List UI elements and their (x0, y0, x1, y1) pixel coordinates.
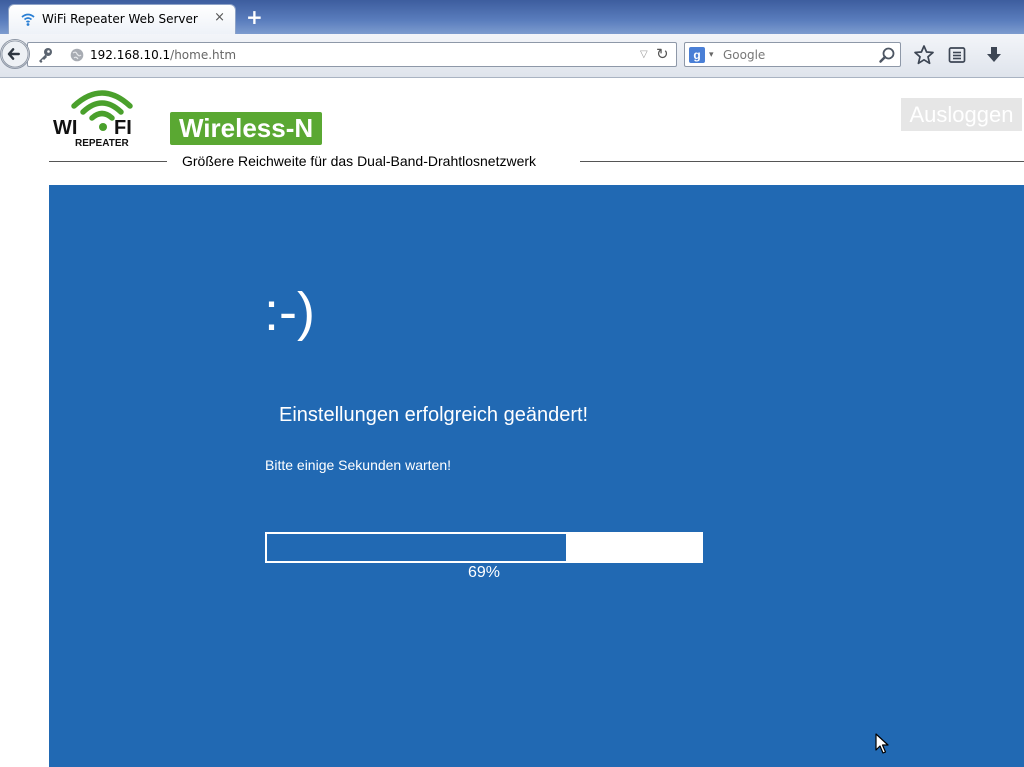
tab-bar: WiFi Repeater Web Server × + (0, 0, 1024, 34)
reload-icon[interactable]: ↻ (656, 45, 669, 63)
search-input[interactable]: Google (723, 48, 765, 62)
wait-message: Bitte einige Sekunden warten! (265, 457, 452, 473)
history-dropdown-icon[interactable]: ▽ (640, 49, 648, 60)
tab-close-icon[interactable]: × (214, 10, 225, 25)
bookmark-star-icon[interactable] (913, 44, 935, 66)
tagline: Größere Reichweite für das Dual-Band-Dra… (180, 153, 539, 169)
tab-active[interactable]: WiFi Repeater Web Server × (8, 4, 236, 34)
downloads-icon[interactable] (983, 44, 1005, 66)
wifi-repeater-logo: WI FI REPEATER (53, 90, 133, 148)
logo-wi: WI (53, 117, 77, 139)
url-host: 192.168.10.1 (90, 48, 171, 62)
header-divider-right (580, 161, 1024, 162)
logo-fi: FI (114, 117, 132, 139)
google-engine-icon[interactable]: g (689, 47, 705, 63)
url-text[interactable]: 192.168.10.1/home.htm (90, 48, 236, 62)
search-bar[interactable]: g ▾ Google (684, 42, 901, 67)
status-panel: :-) Einstellungen erfolgreich geändert! … (49, 185, 1024, 767)
tab-title: WiFi Repeater Web Server (42, 12, 198, 26)
url-path: /home.htm (170, 48, 237, 62)
progress-percent: 69% (467, 564, 501, 581)
progress-bar (265, 532, 703, 563)
key-icon[interactable] (36, 46, 54, 64)
progress-fill (267, 534, 566, 561)
engine-caret-icon[interactable]: ▾ (709, 49, 714, 60)
wifi-favicon-icon (21, 13, 35, 26)
new-tab-button[interactable]: + (246, 4, 263, 30)
logo-subtext: REPEATER (75, 138, 129, 148)
url-bar[interactable]: 192.168.10.1/home.htm ▽ ↻ (27, 42, 677, 67)
page-content: WI FI REPEATER Wireless-N Ausloggen Größ… (0, 78, 1024, 767)
bookmarks-list-icon[interactable] (946, 44, 968, 66)
globe-icon[interactable] (70, 48, 84, 62)
search-icon[interactable] (878, 46, 896, 64)
back-button[interactable] (0, 39, 30, 69)
navigation-toolbar: 192.168.10.1/home.htm ▽ ↻ g ▾ Google (0, 34, 1024, 78)
success-message: Einstellungen erfolgreich geändert! (279, 404, 589, 426)
header-divider-left (49, 161, 167, 162)
smiley-text: :-) (264, 282, 315, 342)
wireless-n-badge: Wireless-N (170, 112, 323, 145)
mouse-cursor-icon (875, 733, 889, 754)
logout-button[interactable]: Ausloggen (901, 98, 1022, 131)
